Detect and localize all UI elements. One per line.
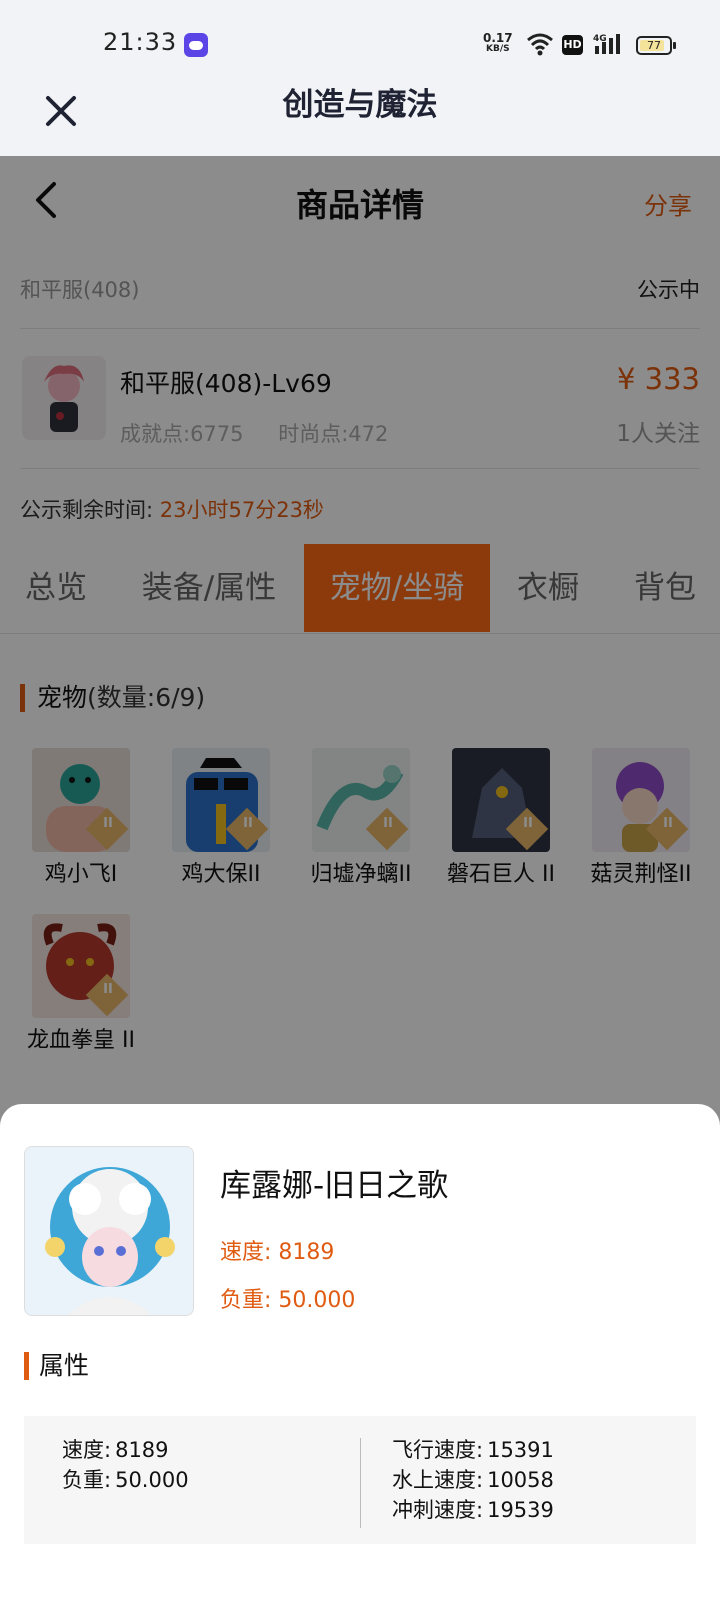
mount-detail-sheet: 库露娜-旧日之歌 速度: 8189 负重: 50.000 属性 速度: 8189 … — [0, 1104, 720, 1612]
app-title: 创造与魔法 — [282, 87, 438, 123]
network-speed-unit: KB/S — [486, 44, 510, 54]
status-bar: 21:33 0.17 KB/S HD 4G 77 — [0, 0, 720, 88]
attr-value: 8189 — [115, 1438, 169, 1462]
attributes-box: 速度: 8189 负重: 50.000 飞行速度: 15391 水上速度: 10058 … — [24, 1416, 696, 1544]
attr-value: 19539 — [487, 1498, 554, 1522]
app-header: 创造与魔法 — [0, 88, 720, 156]
signal-icon: 4G — [593, 34, 620, 54]
attr-dash-speed: 冲刺速度: 19539 — [392, 1494, 554, 1524]
battery-icon: 77 — [636, 36, 676, 55]
battery-text: 77 — [647, 39, 661, 52]
attributes-title: 属性 — [24, 1352, 89, 1380]
attr-load: 负重: 50.000 — [62, 1464, 189, 1494]
attr-speed: 速度: 8189 — [62, 1434, 169, 1464]
attr-value: 10058 — [487, 1468, 554, 1492]
attr-label: 冲刺速度: — [392, 1498, 484, 1522]
attr-value: 15391 — [487, 1438, 554, 1462]
status-time: 21:33 — [103, 28, 178, 56]
attr-water-speed: 水上速度: 10058 — [392, 1464, 554, 1494]
wifi-icon — [527, 33, 553, 56]
mount-image — [24, 1146, 194, 1316]
cloud-app-icon — [184, 33, 208, 57]
attributes-divider — [360, 1438, 361, 1528]
network-speed-value: 0.17 — [483, 31, 513, 45]
mount-name: 库露娜-旧日之歌 — [220, 1168, 449, 1204]
attr-fly-speed: 飞行速度: 15391 — [392, 1434, 554, 1464]
hd-icon: HD — [562, 35, 583, 55]
mount-load: 负重: 50.000 — [220, 1288, 356, 1313]
attr-label: 速度: — [62, 1438, 112, 1462]
network-speed: 0.17 KB/S — [483, 31, 513, 55]
mount-speed: 速度: 8189 — [220, 1240, 335, 1265]
attr-label: 水上速度: — [392, 1468, 484, 1492]
attr-value: 50.000 — [115, 1468, 189, 1492]
attr-label: 负重: — [62, 1468, 112, 1492]
attr-label: 飞行速度: — [392, 1438, 484, 1462]
